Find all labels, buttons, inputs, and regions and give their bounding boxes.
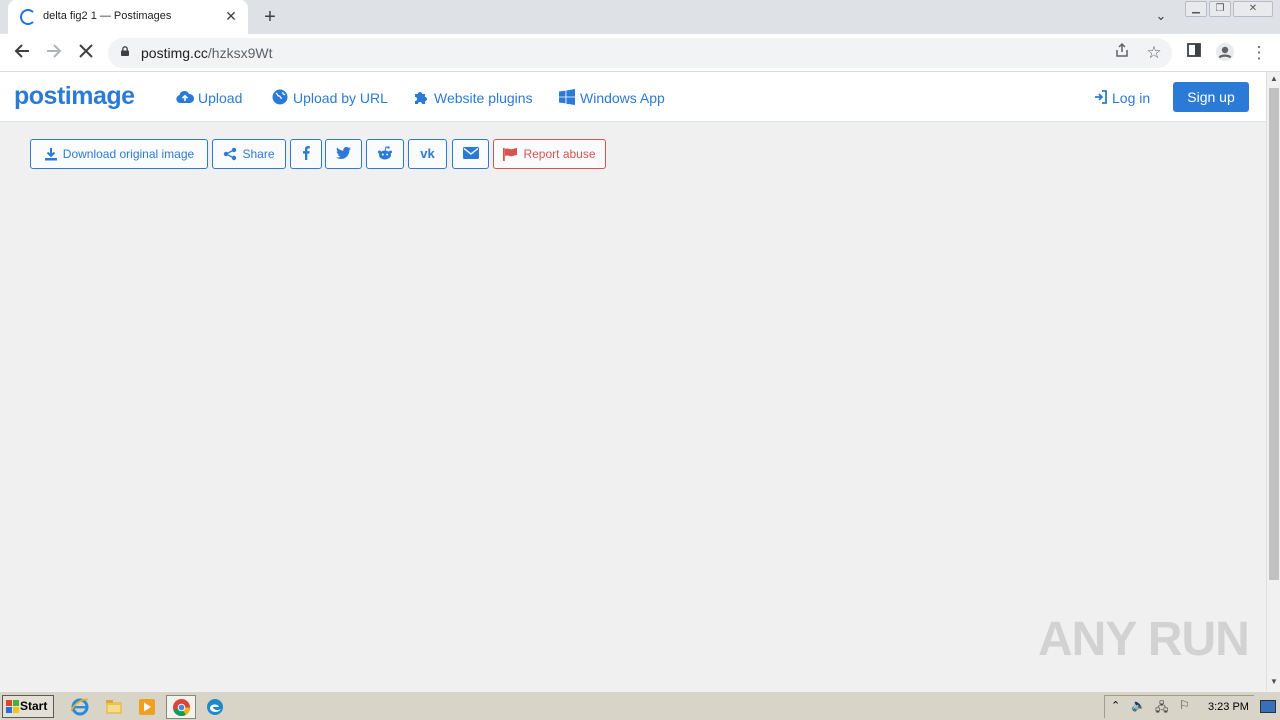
side-panel-icon[interactable] (1182, 42, 1206, 64)
chrome-icon (172, 698, 191, 717)
taskbar: Start ⌃ 🔈 🖧 ⚐ 3:23 PM (0, 691, 1280, 720)
stop-loading-icon[interactable] (74, 42, 98, 64)
start-button[interactable]: Start (2, 695, 54, 718)
url-text: postimg.cc/hzksx9Wt (141, 45, 273, 61)
loading-spinner-icon (20, 9, 36, 25)
address-bar[interactable]: postimg.cc/hzksx9Wt ☆ (108, 38, 1172, 68)
download-original-button[interactable]: Download original image (30, 139, 208, 169)
file-explorer-icon[interactable] (103, 696, 125, 718)
tab-strip: delta fig2 1 — Postimages ✕ + ⌄ ▁ ❐ ✕ (0, 0, 1280, 34)
nav-windows-app-link[interactable]: Windows App (558, 89, 665, 106)
action-center-flag-icon[interactable]: ⚐ (1179, 698, 1190, 712)
windows-logo-icon (559, 89, 575, 105)
scroll-up-arrow-icon[interactable]: ▲ (1270, 74, 1278, 83)
scroll-down-arrow-icon[interactable]: ▼ (1270, 677, 1278, 686)
report-abuse-button[interactable]: Report abuse (493, 139, 606, 169)
twitter-icon (336, 146, 351, 159)
chrome-taskbar-button[interactable] (166, 695, 196, 719)
anyrun-watermark: ANY RUN (1038, 613, 1250, 666)
postimage-logo[interactable]: postimage (14, 82, 135, 111)
browser-menu-icon[interactable]: ⋮ (1247, 42, 1271, 64)
close-window-button[interactable]: ✕ (1233, 1, 1273, 17)
lock-icon (121, 46, 129, 56)
vk-icon: vk (420, 146, 435, 161)
nav-login-link[interactable]: Log in (1094, 89, 1150, 106)
close-tab-icon[interactable]: ✕ (223, 8, 239, 24)
page-scrollbar[interactable]: ▲ ▼ (1266, 72, 1280, 691)
forward-arrow-icon[interactable] (42, 42, 66, 64)
site-header: postimage Upload Upload by URL Website p… (0, 72, 1266, 122)
internet-explorer-icon[interactable] (69, 696, 91, 718)
download-icon (44, 148, 57, 161)
facebook-icon (303, 146, 310, 160)
flag-icon (503, 148, 518, 161)
network-icon[interactable]: 🖧 (1155, 698, 1168, 719)
profile-avatar-icon[interactable] (1213, 42, 1237, 64)
nav-upload-by-url-link[interactable]: Upload by URL (271, 89, 388, 106)
cloud-upload-icon (176, 91, 194, 103)
nav-upload-link[interactable]: Upload (176, 89, 242, 106)
volume-icon[interactable]: 🔈 (1131, 698, 1146, 712)
reddit-icon (378, 146, 392, 160)
new-tab-button[interactable]: + (258, 6, 282, 28)
nav-website-plugins-link[interactable]: Website plugins (412, 89, 533, 106)
restore-button[interactable]: ❐ (1209, 1, 1231, 17)
vk-share-button[interactable]: vk (408, 139, 447, 169)
email-share-button[interactable] (452, 139, 489, 169)
sign-up-button[interactable]: Sign up (1173, 82, 1249, 112)
media-player-icon[interactable] (136, 696, 158, 718)
share-page-icon[interactable] (1110, 42, 1134, 64)
share-button[interactable]: Share (212, 139, 286, 169)
browser-tab[interactable]: delta fig2 1 — Postimages ✕ (8, 0, 248, 34)
tab-search-chevron-icon[interactable]: ⌄ (1151, 8, 1171, 26)
envelope-icon (462, 147, 479, 159)
show-hidden-icons-icon[interactable]: ⌃ (1111, 699, 1120, 712)
minimize-button[interactable]: ▁ (1185, 1, 1207, 17)
twitter-share-button[interactable] (325, 139, 362, 169)
tab-title: delta fig2 1 — Postimages (43, 10, 172, 22)
reddit-share-button[interactable] (366, 139, 404, 169)
globe-icon (272, 89, 288, 105)
edge-icon[interactable] (204, 696, 226, 718)
scrollbar-thumb[interactable] (1269, 88, 1279, 580)
back-arrow-icon[interactable] (10, 42, 34, 64)
bookmark-star-icon[interactable]: ☆ (1142, 42, 1166, 64)
taskbar-clock[interactable]: 3:23 PM (1208, 701, 1249, 713)
windows-flag-icon (6, 700, 19, 713)
show-desktop-icon[interactable] (1260, 700, 1276, 713)
sign-in-icon (1095, 90, 1107, 104)
facebook-share-button[interactable] (290, 139, 322, 169)
browser-toolbar: postimg.cc/hzksx9Wt ☆ ⋮ (0, 34, 1280, 72)
share-nodes-icon (224, 147, 237, 161)
puzzle-icon (415, 92, 427, 104)
